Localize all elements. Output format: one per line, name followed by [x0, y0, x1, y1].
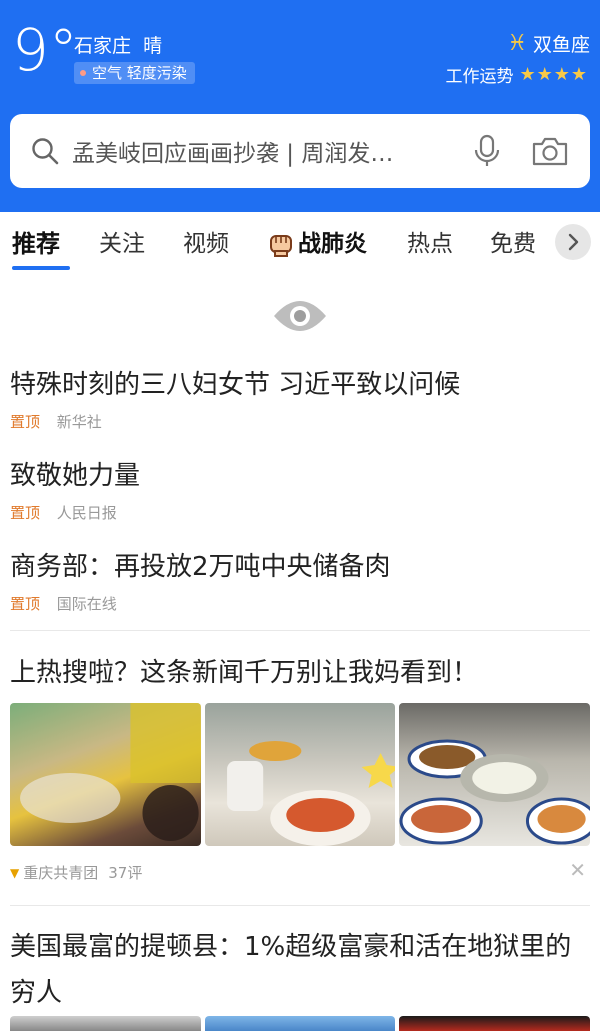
- pinned-news-item[interactable]: 特殊时刻的三八妇女节 习近平致以问候 置顶 新华社: [10, 364, 460, 432]
- weather-condition: 晴: [143, 35, 163, 57]
- news-thumbnails[interactable]: [10, 703, 591, 846]
- news-thumbnail: [399, 703, 591, 846]
- air-quality-text: 空气 轻度污染: [92, 64, 187, 82]
- news-thumbnails[interactable]: [10, 1016, 591, 1031]
- active-tab-indicator: [12, 266, 70, 270]
- news-meta: 置顶 新华社: [10, 411, 460, 432]
- chevron-right-icon: [568, 233, 579, 251]
- search-icon: [32, 138, 59, 165]
- news-meta: 置顶 人民日报: [10, 502, 140, 523]
- news-title[interactable]: 美国最富的提顿县：1%超级富豪和活在地狱里的穷人: [10, 924, 590, 1016]
- thumbnail-art: [226, 741, 396, 846]
- tab-fight-pneumonia[interactable]: 战肺炎: [268, 228, 367, 260]
- work-fortune[interactable]: 工作运势 ★★★★: [445, 62, 588, 87]
- news-meta: 置顶 国际在线: [10, 593, 391, 614]
- news-thumbnail: [10, 703, 201, 846]
- horoscope-sign[interactable]: ♓ 双鱼座: [507, 30, 590, 57]
- news-title[interactable]: 上热搜啦？这条新闻千万别让我妈看到！: [10, 650, 590, 696]
- news-source: 人民日报: [56, 504, 117, 522]
- divider: [10, 905, 590, 906]
- news-thumbnail: [10, 1016, 201, 1031]
- microphone-icon[interactable]: [472, 134, 502, 168]
- news-thumbnail: [204, 703, 396, 846]
- tab-free[interactable]: 免费: [490, 228, 536, 260]
- pinned-news-item[interactable]: 致敬她力量 置顶 人民日报: [10, 455, 140, 523]
- thumbnail-art: [20, 703, 201, 841]
- news-source[interactable]: 重庆共青团: [23, 862, 98, 883]
- news-title: 致敬她力量: [10, 461, 141, 491]
- pinned-news-item[interactable]: 商务部：再投放2万吨中央储备肉 置顶 国际在线: [10, 546, 391, 614]
- news-source: 国际在线: [56, 595, 117, 613]
- temperature[interactable]: 9°: [12, 20, 78, 80]
- pinned-tag: 置顶: [10, 504, 41, 522]
- city-name: 石家庄: [74, 35, 132, 57]
- more-tabs-button[interactable]: [555, 224, 591, 260]
- air-quality-dot: [80, 70, 86, 76]
- tab-follow[interactable]: 关注: [99, 228, 145, 260]
- pinned-tag: 置顶: [10, 595, 41, 613]
- news-meta: ▼ 重庆共青团 37评: [10, 862, 142, 883]
- top-header: 9° 石家庄 晴 空气 轻度污染 ♓ 双鱼座 工作运势 ★★★★ 孟美岐回应画画…: [0, 0, 600, 212]
- search-placeholder[interactable]: 孟美岐回应画画抄袭 | 周润发…: [72, 134, 472, 168]
- fortune-label: 工作运势: [445, 67, 514, 87]
- tab-video[interactable]: 视频: [183, 228, 229, 260]
- sign-name: 双鱼座: [532, 34, 590, 56]
- comment-count: 37评: [108, 864, 143, 882]
- tab-hot[interactable]: 热点: [407, 228, 453, 260]
- news-thumbnail: [204, 1016, 396, 1031]
- news-title: 特殊时刻的三八妇女节 习近平致以问候: [10, 370, 461, 400]
- close-icon[interactable]: ✕: [569, 858, 586, 882]
- verified-icon: ▼: [10, 865, 20, 880]
- search-bar[interactable]: 孟美岐回应画画抄袭 | 周润发…: [10, 114, 590, 188]
- air-quality-badge[interactable]: 空气 轻度污染: [74, 62, 195, 84]
- channel-tabs: 推荐 关注 视频 战肺炎 热点 免费: [0, 212, 600, 284]
- fist-icon: [270, 235, 292, 257]
- fortune-stars: ★★★★: [519, 64, 588, 85]
- thumbnail-art: [399, 739, 591, 845]
- news-title: 商务部：再投放2万吨中央储备肉: [10, 552, 391, 582]
- tab-fight-pneumonia-label: 战肺炎: [298, 231, 367, 257]
- divider: [10, 630, 590, 631]
- news-thumbnail: [399, 1016, 591, 1031]
- camera-icon[interactable]: [530, 134, 570, 168]
- city-weather[interactable]: 石家庄 晴: [74, 31, 162, 58]
- tab-recommend[interactable]: 推荐: [12, 228, 60, 260]
- news-source: 新华社: [56, 413, 102, 431]
- pisces-icon: ♓: [507, 31, 527, 56]
- pinned-tag: 置顶: [10, 413, 41, 431]
- eye-icon: [274, 301, 326, 331]
